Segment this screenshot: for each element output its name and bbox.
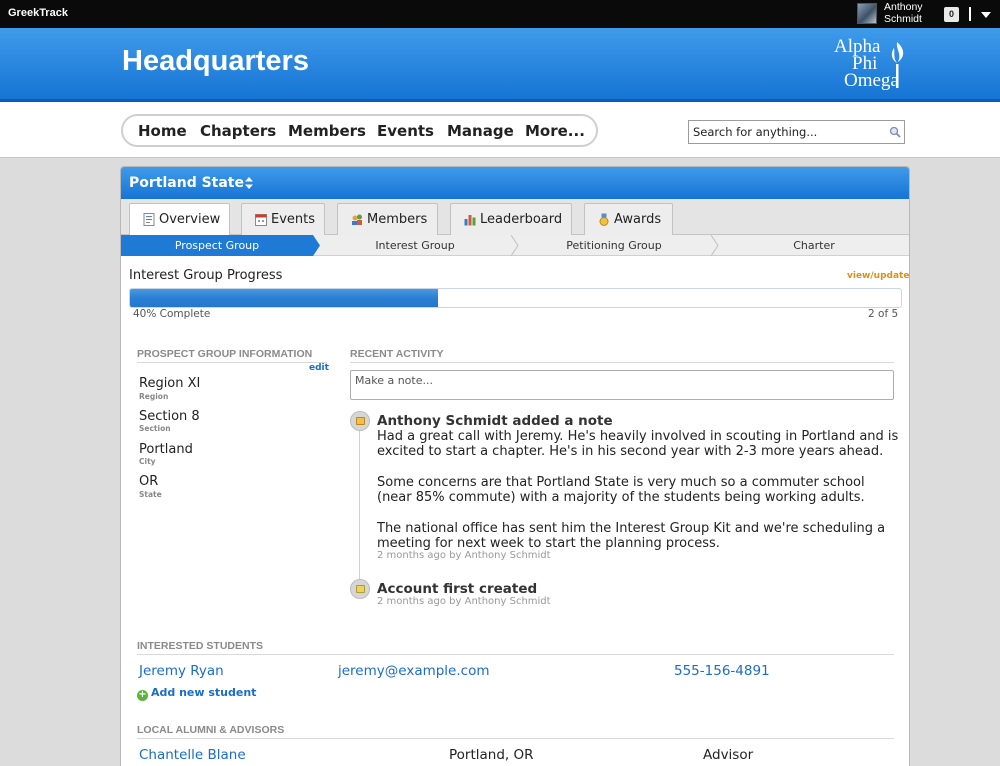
timeline-line — [359, 429, 360, 591]
edit-link[interactable]: edit — [309, 363, 329, 373]
members-icon — [352, 214, 362, 225]
divider — [969, 7, 971, 21]
tab-events[interactable]: Events — [241, 203, 325, 235]
main-nav: Home Chapters Members Events Manage More… — [121, 114, 598, 147]
progress-fill — [130, 289, 439, 307]
progress-percent: 40% Complete — [133, 308, 211, 320]
section-value: Section 8 — [139, 409, 200, 424]
medal-icon — [599, 213, 609, 226]
alumni-location: Portland, OR — [449, 747, 534, 763]
folder-icon — [350, 579, 370, 599]
stage-charter[interactable]: Charter — [717, 239, 909, 252]
section-heading: LOCAL ALUMNI & ADVISORS — [137, 724, 894, 739]
section-heading: RECENT ACTIVITY — [350, 348, 894, 363]
view-update-link[interactable]: view/update — [847, 271, 909, 281]
nav-events[interactable]: Events — [377, 122, 434, 140]
region-label: Region — [139, 392, 169, 401]
main-nav-row: Home Chapters Members Events Manage More… — [0, 102, 1000, 158]
app-brand[interactable]: GreekTrack — [8, 7, 68, 19]
nav-manage[interactable]: Manage — [447, 122, 514, 140]
city-label: City — [139, 457, 156, 466]
student-phone-link[interactable]: 555-156-4891 — [674, 663, 770, 679]
page-title: Headquarters — [122, 45, 309, 77]
tab-members[interactable]: Members — [337, 203, 438, 235]
panel-header: Portland State — [121, 167, 909, 199]
activity-text: The national office has sent him the Int… — [377, 521, 886, 552]
tab-label: Awards — [614, 212, 662, 227]
tab-awards[interactable]: Awards — [584, 203, 673, 235]
calendar-icon — [255, 214, 267, 226]
bar-chart-icon — [464, 215, 476, 226]
activity-text: Had a great call with Jeremy. He's heavi… — [377, 429, 899, 460]
nav-more[interactable]: More... — [525, 122, 585, 140]
add-student-button[interactable]: + Add new student — [137, 686, 256, 701]
add-student-label: Add new student — [151, 686, 257, 699]
activity-meta: 2 months ago by Anthony Schmidt — [377, 596, 551, 607]
search-icon[interactable] — [889, 126, 901, 138]
plus-icon: + — [137, 689, 148, 701]
progress-title: Interest Group Progress — [129, 268, 283, 283]
student-email-link[interactable]: jeremy@example.com — [338, 663, 490, 679]
sort-arrows-icon[interactable] — [245, 177, 253, 189]
user-first-name: Anthony — [884, 1, 923, 13]
tab-leaderboard[interactable]: Leaderboard — [450, 203, 572, 235]
progress-bar — [129, 288, 902, 308]
region-value: Region XI — [139, 376, 201, 391]
chevron-down-icon[interactable] — [981, 12, 991, 18]
nav-chapters[interactable]: Chapters — [200, 122, 276, 140]
user-last-name: Schmidt — [884, 13, 922, 25]
activity-text: Some concerns are that Portland State is… — [377, 475, 865, 506]
note-input[interactable] — [350, 370, 894, 400]
tab-label: Events — [271, 212, 316, 227]
activity-title: Account first created — [377, 581, 538, 597]
section-heading: INTERESTED STUDENTS — [137, 640, 894, 655]
torch-icon — [891, 42, 904, 88]
nav-members[interactable]: Members — [288, 122, 366, 140]
tab-label: Members — [367, 212, 428, 227]
user-name[interactable]: Anthony Schmidt — [884, 1, 923, 25]
chapter-panel: Portland State Overview Events Members L… — [120, 166, 910, 766]
student-name-link[interactable]: Jeremy Ryan — [139, 663, 224, 679]
tab-label: Leaderboard — [480, 212, 563, 227]
alumni-role: Advisor — [703, 747, 754, 763]
activity-title: Anthony Schmidt added a note — [377, 413, 613, 429]
tab-overview[interactable]: Overview — [129, 203, 230, 236]
stage-interest-group[interactable]: Interest Group — [319, 239, 511, 252]
brand-logo[interactable]: Alpha Phi Omega — [832, 37, 912, 94]
overview-icon — [143, 213, 155, 226]
section-heading: PROSPECT GROUP INFORMATION — [137, 348, 327, 363]
state-value: OR — [139, 474, 159, 489]
state-label: State — [139, 490, 162, 499]
search-box — [688, 120, 905, 144]
search-input[interactable] — [693, 124, 883, 140]
nav-home[interactable]: Home — [138, 122, 187, 140]
stage-prospect-group[interactable]: Prospect Group — [121, 239, 313, 252]
tab-bar: Overview Events Members Leaderboard Awar… — [121, 199, 909, 236]
chapter-selector[interactable]: Portland State — [129, 175, 244, 191]
progress-count: 2 of 5 — [868, 308, 899, 320]
city-value: Portland — [139, 442, 193, 457]
section-label: Section — [139, 424, 171, 433]
activity-meta: 2 months ago by Anthony Schmidt — [377, 550, 551, 561]
stage-progress-bar: Prospect Group Interest Group Petitionin… — [121, 235, 909, 256]
top-bar: GreekTrack Anthony Schmidt 0 — [0, 0, 1000, 28]
user-avatar[interactable] — [857, 3, 877, 24]
note-icon — [350, 411, 370, 431]
site-header: Headquarters Alpha Phi Omega — [0, 28, 1000, 102]
stage-petitioning-group[interactable]: Petitioning Group — [517, 239, 711, 252]
notification-badge[interactable]: 0 — [944, 7, 959, 22]
alumni-name-link[interactable]: Chantelle Blane — [139, 747, 246, 763]
tab-label: Overview — [159, 212, 221, 227]
